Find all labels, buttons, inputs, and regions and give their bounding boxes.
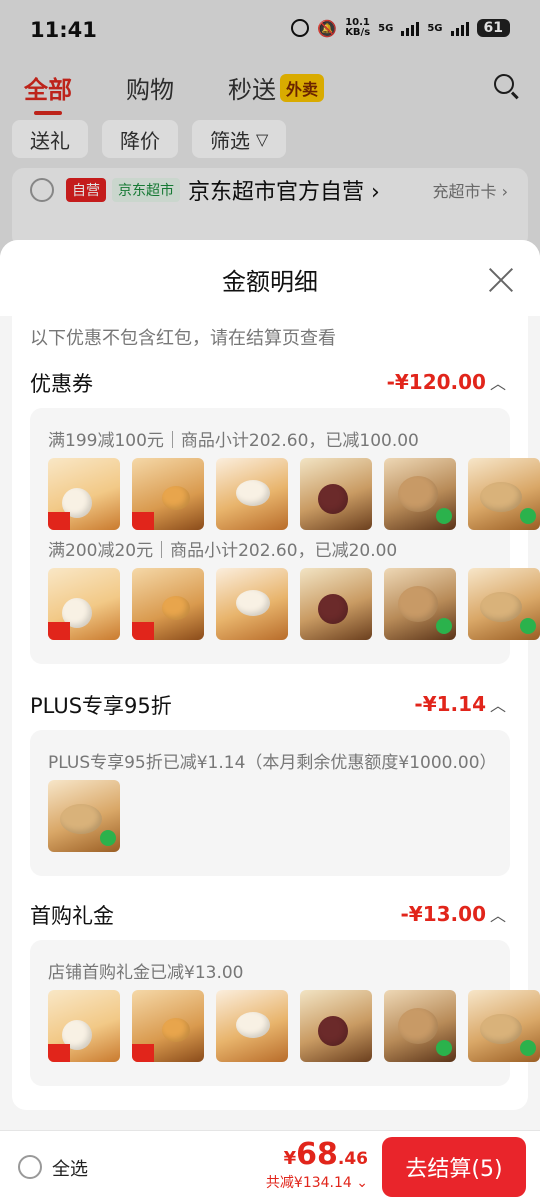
coupon-amount: -¥120.00 bbox=[386, 370, 486, 394]
sheet-title: 金额明细 bbox=[222, 268, 318, 296]
total-amount: ¥68.46 bbox=[266, 1137, 368, 1172]
section-title-coupon: 优惠券 bbox=[30, 372, 93, 396]
section-title-plus: PLUS专享95折 bbox=[30, 694, 172, 718]
section-amount-plus[interactable]: -¥1.14 ︿ bbox=[414, 692, 506, 716]
redpacket-note: 以下优惠不包含红包，请在结算页查看 bbox=[30, 328, 336, 349]
product-thumb[interactable] bbox=[300, 458, 372, 530]
section-amount-first-purchase[interactable]: -¥13.00 ︿ bbox=[401, 902, 507, 926]
close-icon[interactable] bbox=[488, 266, 514, 292]
first-purchase-products bbox=[48, 990, 540, 1062]
section-title-first-purchase: 首购礼金 bbox=[30, 904, 114, 928]
sheet-header: 金额明细 bbox=[0, 240, 540, 316]
product-thumb[interactable] bbox=[48, 990, 120, 1062]
first-purchase-amount: -¥13.00 bbox=[400, 902, 486, 926]
total-saved[interactable]: 共减¥134.14 ⌄ bbox=[266, 1172, 368, 1192]
total-decimal: .46 bbox=[337, 1149, 368, 1169]
product-thumb[interactable] bbox=[384, 458, 456, 530]
product-thumb[interactable] bbox=[132, 990, 204, 1062]
total-integer: 68 bbox=[296, 1137, 338, 1172]
chevron-up-icon: ︿ bbox=[489, 374, 506, 393]
checkout-bar: 全选 ¥68.46 共减¥134.14 ⌄ 去结算(5) bbox=[0, 1130, 540, 1204]
coupon-1-products bbox=[48, 458, 540, 530]
product-thumb[interactable] bbox=[384, 568, 456, 640]
select-all-radio[interactable] bbox=[18, 1155, 42, 1179]
product-thumb[interactable] bbox=[48, 568, 120, 640]
section-amount-coupon[interactable]: -¥120.00 ︿ bbox=[387, 370, 506, 394]
chevron-up-icon: ︿ bbox=[489, 696, 506, 715]
total-price[interactable]: ¥68.46 共减¥134.14 ⌄ bbox=[266, 1137, 368, 1192]
product-thumb[interactable] bbox=[468, 568, 540, 640]
product-thumb[interactable] bbox=[216, 458, 288, 530]
coupon-line-2: 满200减20元｜商品小计202.60，已减20.00 bbox=[48, 541, 398, 561]
product-thumb[interactable] bbox=[216, 990, 288, 1062]
product-thumb[interactable] bbox=[132, 458, 204, 530]
product-thumb[interactable] bbox=[48, 780, 120, 852]
first-purchase-line-1: 店铺首购礼金已减¥13.00 bbox=[48, 963, 244, 983]
plus-detail-box: PLUS专享95折已减¥1.14（本月剩余优惠额度¥1000.00） bbox=[30, 730, 510, 876]
product-thumb[interactable] bbox=[48, 458, 120, 530]
product-thumb[interactable] bbox=[468, 990, 540, 1062]
plus-products bbox=[48, 780, 120, 852]
product-thumb[interactable] bbox=[300, 568, 372, 640]
product-thumb[interactable] bbox=[468, 458, 540, 530]
sheet-body: 以下优惠不包含红包，请在结算页查看 优惠券 -¥120.00 ︿ 满199减100… bbox=[12, 316, 540, 1110]
coupon-line-1: 满199减100元｜商品小计202.60，已减100.00 bbox=[48, 431, 419, 451]
checkout-button[interactable]: 去结算(5) bbox=[382, 1137, 526, 1197]
currency-symbol: ¥ bbox=[283, 1148, 297, 1169]
product-thumb[interactable] bbox=[300, 990, 372, 1062]
product-thumb[interactable] bbox=[216, 568, 288, 640]
plus-amount: -¥1.14 bbox=[414, 692, 486, 716]
coupon-2-products bbox=[48, 568, 540, 640]
product-thumb[interactable] bbox=[384, 990, 456, 1062]
plus-line-1: PLUS专享95折已减¥1.14（本月剩余优惠额度¥1000.00） bbox=[48, 753, 497, 773]
coupon-detail-box: 满199减100元｜商品小计202.60，已减100.00 满200减20元｜商… bbox=[30, 408, 540, 664]
select-all-label[interactable]: 全选 bbox=[52, 1155, 88, 1181]
first-purchase-detail-box: 店铺首购礼金已减¥13.00 bbox=[30, 940, 540, 1086]
amount-detail-sheet: 金额明细 以下优惠不包含红包，请在结算页查看 优惠券 -¥120.00 ︿ 满19… bbox=[0, 240, 540, 1130]
product-thumb[interactable] bbox=[132, 568, 204, 640]
chevron-up-icon: ︿ bbox=[489, 906, 506, 925]
